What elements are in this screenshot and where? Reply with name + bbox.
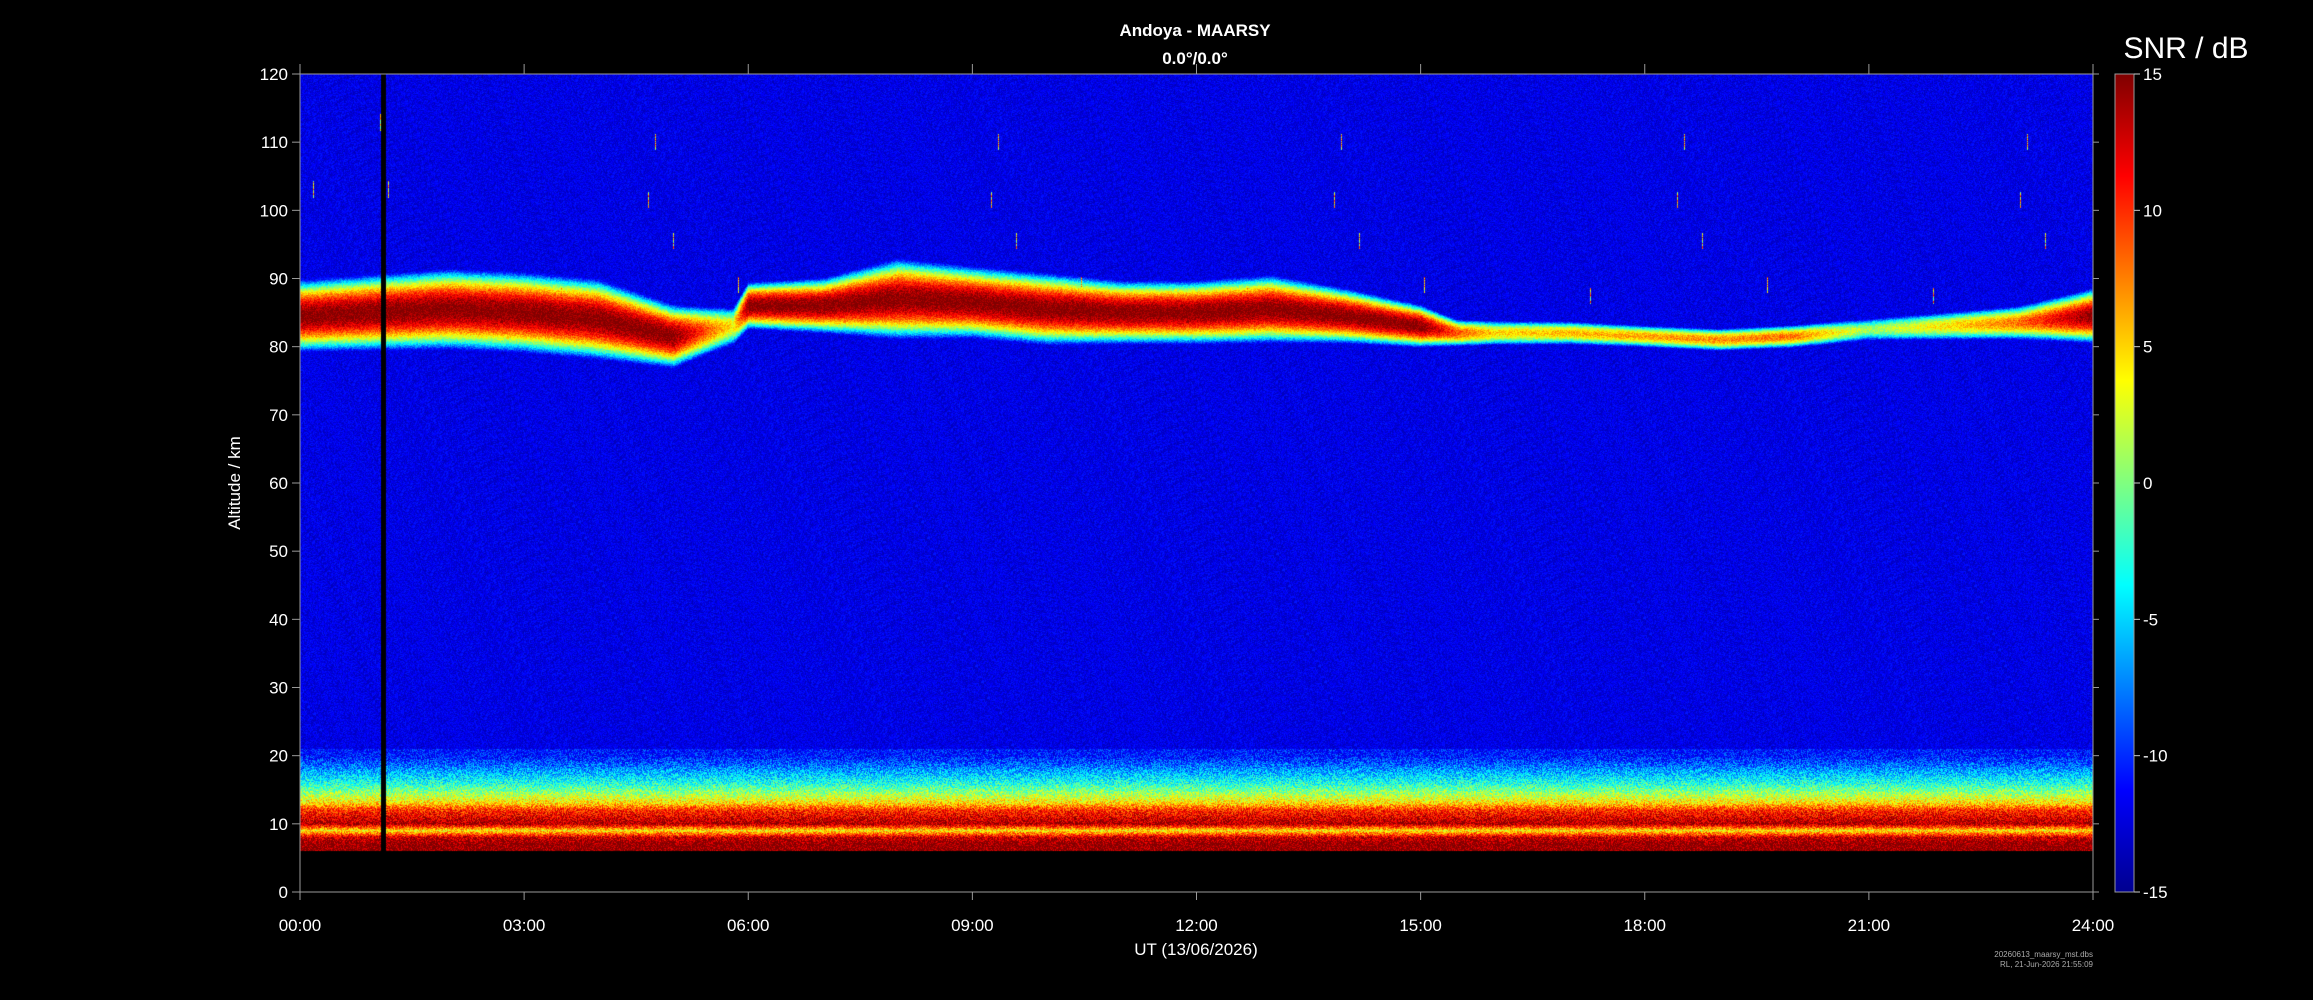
- y-tick-label: 0: [279, 883, 288, 902]
- chart-subtitle: 0.0°/0.0°: [1162, 49, 1228, 68]
- colorbar-tick-label: 0: [2143, 474, 2152, 493]
- x-tick-label: 18:00: [1623, 916, 1666, 935]
- y-axis-label: Altitude / km: [225, 436, 244, 530]
- x-tick-label: 00:00: [279, 916, 322, 935]
- x-tick-label: 15:00: [1399, 916, 1442, 935]
- y-tick-label: 110: [261, 133, 288, 152]
- y-tick-label: 10: [269, 815, 288, 834]
- y-tick-label: 90: [269, 270, 288, 289]
- colorbar-tick-label: -5: [2143, 610, 2158, 629]
- y-tick-label: 120: [260, 65, 288, 84]
- plot-area: [299, 73, 2094, 893]
- colorbar-ticks: -15 -10 -5 0 5 10 15: [2134, 65, 2168, 902]
- snr-heatmap: [300, 74, 2093, 892]
- y-tick-label: 20: [269, 747, 288, 766]
- creation-stamp: RL, 21-Jun-2026 21:55:09: [2000, 960, 2094, 969]
- x-tick-label: 03:00: [503, 916, 546, 935]
- x-tick-label: 06:00: [727, 916, 770, 935]
- colorbar-tick-label: 5: [2143, 338, 2152, 357]
- y-tick-label: 80: [269, 338, 288, 357]
- colorbar-gradient: [2114, 73, 2135, 893]
- colorbar-tick-label: 15: [2143, 65, 2162, 84]
- y-tick-label: 70: [269, 406, 288, 425]
- x-tick-label: 21:00: [1848, 916, 1891, 935]
- y-tick-label: 40: [269, 610, 288, 629]
- x-tick-label: 24:00: [2072, 916, 2115, 935]
- x-tick-label: 09:00: [951, 916, 994, 935]
- colorbar-tick-label: 10: [2143, 201, 2162, 220]
- snr-altitude-time-chart: Andoya - MAARSY 0.0°/0.0° 01020304050607…: [225, 21, 2249, 969]
- chart-title: Andoya - MAARSY: [1119, 21, 1271, 40]
- y-tick-label: 100: [260, 201, 288, 220]
- colorbar-label: SNR / dB: [2123, 32, 2248, 65]
- x-axis-label: UT (13/06/2026): [1134, 940, 1257, 959]
- x-tick-label: 12:00: [1175, 916, 1218, 935]
- y-tick-label: 30: [269, 679, 288, 698]
- colorbar-tick-label: -15: [2143, 883, 2168, 902]
- y-tick-label: 50: [269, 542, 288, 561]
- colorbar-tick-label: -10: [2143, 747, 2168, 766]
- y-tick-label: 60: [269, 474, 288, 493]
- file-name: 20260613_maarsy_mst.dbs: [1994, 950, 2093, 959]
- colorbar: -15 -10 -5 0 5 10 15: [2114, 65, 2168, 902]
